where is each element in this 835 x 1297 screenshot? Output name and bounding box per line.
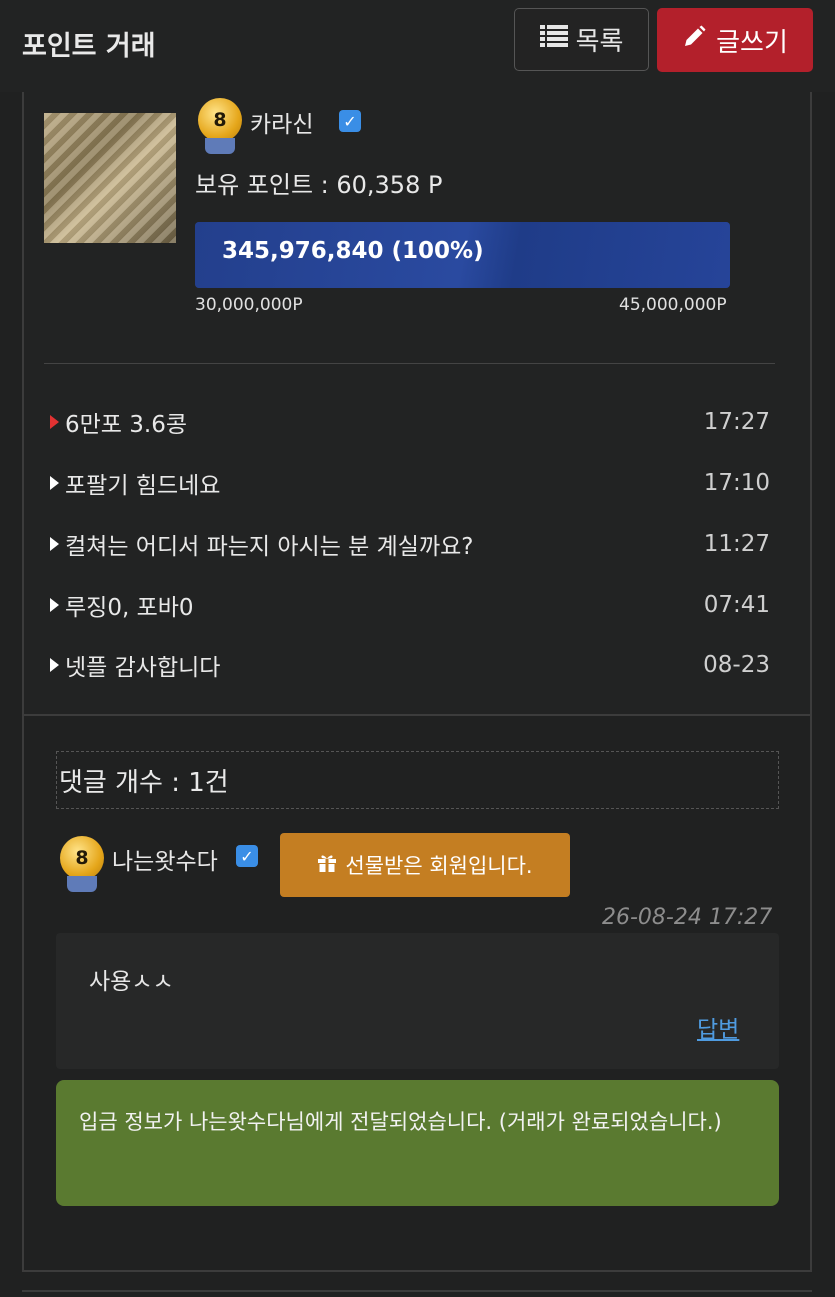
page-title: 포인트 거래	[22, 31, 156, 62]
gift-badge: 선물받은 회원입니다.	[280, 833, 570, 897]
post-list-item[interactable]: 넷플 감사합니다 08-23	[50, 645, 770, 685]
comment-box	[56, 933, 779, 1069]
post-time: 07:41	[703, 592, 770, 618]
notice-text: 입금 정보가 나는왓수다님에게 전달되었습니다. (거래가 완료되었습니다.)	[79, 1110, 722, 1134]
post-title: 루징0, 포바0	[65, 595, 194, 621]
progress-label: 345,976,840 (100%)	[222, 238, 484, 264]
profile-image	[44, 113, 176, 243]
list-button-label: 목록	[575, 27, 624, 57]
author-level-badge: 8	[198, 98, 242, 154]
write-button-label: 글쓰기	[716, 27, 788, 58]
medal-ribbon	[205, 138, 235, 154]
gift-badge-label: 선물받은 회원입니다.	[345, 854, 533, 878]
post-time: 17:27	[703, 409, 770, 435]
list-button[interactable]: 목록	[514, 8, 649, 71]
medal-ribbon	[67, 876, 97, 892]
post-list-item[interactable]: 6만포 3.6콩 17:27	[50, 402, 770, 442]
post-list-item[interactable]: 포팔기 힘드네요 17:10	[50, 463, 770, 503]
comment-count: 댓글 개수 : 1건	[56, 751, 779, 809]
checkbox-checked-icon: ✓	[339, 110, 361, 132]
post-title: 컬쳐는 어디서 파는지 아시는 분 계실까요?	[65, 534, 474, 560]
post-time: 11:27	[703, 531, 770, 557]
post-list-item[interactable]: 컬쳐는 어디서 파는지 아시는 분 계실까요? 11:27	[50, 524, 770, 564]
post-title: 넷플 감사합니다	[65, 655, 221, 681]
comment-date: 26-08-24 17:27	[602, 905, 773, 930]
current-post-arrow-icon	[50, 415, 59, 429]
commenter-level-badge: 8	[60, 836, 104, 892]
post-time: 08-23	[703, 652, 770, 678]
post-title: 6만포 3.6콩	[65, 412, 188, 438]
transaction-notice: 입금 정보가 나는왓수다님에게 전달되었습니다. (거래가 완료되었습니다.)	[56, 1080, 779, 1206]
author-name[interactable]: 카라신	[250, 105, 313, 139]
list-icon	[539, 24, 568, 55]
arrow-right-icon	[50, 658, 59, 672]
pencil-icon	[682, 25, 706, 56]
write-button[interactable]: 글쓰기	[657, 8, 813, 72]
post-time: 17:10	[703, 470, 770, 496]
gift-icon	[317, 853, 337, 878]
points-progress-bar: 345,976,840 (100%)	[195, 222, 730, 288]
comment-text: 사용ㅅㅅ	[89, 969, 174, 995]
level-medal-icon: 8	[60, 836, 104, 880]
divider	[44, 363, 775, 364]
author-points: 보유 포인트 : 60,358 P	[195, 171, 443, 199]
arrow-right-icon	[50, 537, 59, 551]
arrow-right-icon	[50, 598, 59, 612]
level-medal-icon: 8	[198, 98, 242, 142]
post-list-item[interactable]: 루징0, 포바0 07:41	[50, 585, 770, 625]
post-title: 포팔기 힘드네요	[65, 473, 221, 499]
commenter-name[interactable]: 나는왓수다	[112, 842, 218, 876]
checkbox-checked-icon: ✓	[236, 845, 258, 867]
progress-max-label: 45,000,000P	[619, 295, 727, 315]
progress-min-label: 30,000,000P	[195, 295, 303, 315]
divider	[22, 1290, 812, 1292]
arrow-right-icon	[50, 476, 59, 490]
reply-link[interactable]: 답변	[697, 1010, 739, 1044]
